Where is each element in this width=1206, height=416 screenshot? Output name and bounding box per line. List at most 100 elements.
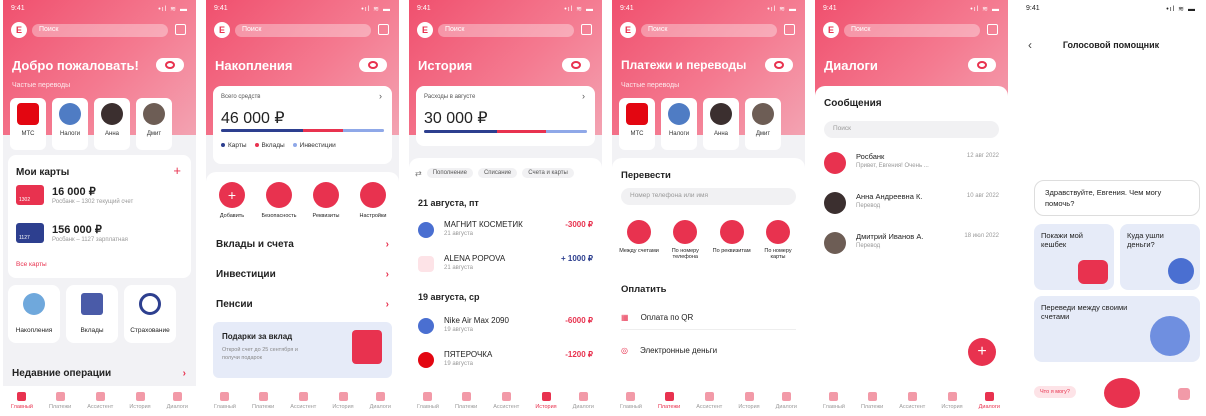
eye-toggle-icon[interactable] <box>156 58 184 72</box>
action-requisites[interactable]: Реквизиты <box>304 182 348 219</box>
avatar[interactable]: E <box>823 22 839 38</box>
qr-scan-icon[interactable] <box>175 24 186 35</box>
method-card[interactable]: По номеру карты <box>757 220 799 260</box>
tab-dialogs[interactable]: Диалоги <box>167 392 188 410</box>
tab-payments[interactable]: Платежи <box>49 392 71 410</box>
add-card-icon[interactable]: + <box>173 163 181 178</box>
dialog-row[interactable]: Анна Андреевна К. Перевод 10 авг 2022 <box>824 190 999 220</box>
suggestion-cashback[interactable]: Покажи мой кешбек <box>1034 224 1114 290</box>
avatar[interactable]: E <box>620 22 636 38</box>
what-can-i-do-button[interactable]: Что я могу? <box>1034 386 1076 398</box>
search-input[interactable]: Поиск <box>235 24 371 37</box>
action-security[interactable]: Безопасность <box>257 182 301 219</box>
product-savings[interactable]: Накопления <box>8 285 60 343</box>
qr-scan-icon[interactable] <box>581 24 592 35</box>
eye-toggle-icon[interactable] <box>968 58 996 72</box>
search-input[interactable]: Поиск <box>641 24 777 37</box>
method-phone[interactable]: По номеру телефона <box>664 220 706 260</box>
tab-payments[interactable]: Платежи <box>861 392 883 410</box>
tab-payments[interactable]: Платежи <box>658 392 680 410</box>
tab-main[interactable]: Главный <box>417 392 439 410</box>
dialog-row[interactable]: Росбанк Привет, Евгения! Очень ... 12 авг … <box>824 150 999 180</box>
transaction-row[interactable]: МАГНИТ КОСМЕТИК 21 августа -3000 ₽ <box>418 220 593 250</box>
phone-input[interactable]: Номер телефона или имя <box>621 188 796 205</box>
all-cards-link[interactable]: Все карты <box>16 261 47 268</box>
action-settings[interactable]: Настройки <box>351 182 395 219</box>
section-deposits[interactable]: Вклады и счета <box>216 239 294 250</box>
avatar[interactable]: E <box>214 22 230 38</box>
promo-banner[interactable]: Подарки за вклад Открой счет до 25 сентя… <box>213 322 392 378</box>
qr-scan-icon[interactable] <box>987 24 998 35</box>
eye-toggle-icon[interactable] <box>765 58 793 72</box>
new-dialog-button[interactable]: + <box>968 338 996 366</box>
dialog-row[interactable]: Дмитрий Иванов А. Перевод 18 июл 2022 <box>824 230 999 260</box>
frequent-item-mts[interactable]: МТС <box>10 98 46 150</box>
avatar[interactable]: E <box>11 22 27 38</box>
transaction-row[interactable]: ALENA POPOVA 21 августа + 1000 ₽ <box>418 254 593 284</box>
expense-card[interactable]: Расходы в августе › 30 000 ₽ <box>416 86 595 146</box>
dialogs-search-input[interactable]: Поиск <box>824 121 999 138</box>
frequent-item-taxes[interactable]: Налоги <box>661 98 697 150</box>
action-add[interactable]: + Добавить <box>210 182 254 219</box>
tab-assistant[interactable]: Ассистент <box>899 392 925 410</box>
tab-assistant[interactable]: Ассистент <box>290 392 316 410</box>
section-pensions[interactable]: Пенсии <box>216 299 253 310</box>
tab-main[interactable]: Главный <box>214 392 236 410</box>
chip-accounts[interactable]: Счета и карты <box>522 168 574 178</box>
frequent-item-dmit[interactable]: Дмит <box>745 98 781 150</box>
tab-main[interactable]: Главный <box>620 392 642 410</box>
qr-scan-icon[interactable] <box>378 24 389 35</box>
frequent-item-mts[interactable]: МТС <box>619 98 655 150</box>
qr-scan-icon[interactable] <box>784 24 795 35</box>
suggestion-spending[interactable]: Куда ушли деньги? <box>1120 224 1200 290</box>
mic-assistant-icon[interactable] <box>1104 378 1140 408</box>
tab-history[interactable]: История <box>332 392 354 410</box>
tab-history[interactable]: История <box>738 392 760 410</box>
chevron-right-icon[interactable]: › <box>183 368 186 379</box>
product-deposits[interactable]: Вклады <box>66 285 118 343</box>
section-investments[interactable]: Инвестиции <box>216 269 276 280</box>
avatar[interactable]: E <box>417 22 433 38</box>
tab-payments[interactable]: Платежи <box>252 392 274 410</box>
card-thumb[interactable]: 1302 <box>16 185 44 205</box>
chip-topup[interactable]: Пополнение <box>426 168 473 178</box>
tab-dialogs[interactable]: Диалоги <box>370 392 391 410</box>
pay-ewallet[interactable]: ◎ Электронные деньги <box>621 338 796 362</box>
method-requisites[interactable]: По реквизитам <box>711 220 753 260</box>
search-input[interactable]: Поиск <box>438 24 574 37</box>
search-input[interactable]: Поиск <box>32 24 168 37</box>
frequent-item-anna[interactable]: Анна <box>703 98 739 150</box>
suggestion-transfer[interactable]: Переведи между своими счетами <box>1034 296 1200 362</box>
eye-toggle-icon[interactable] <box>562 58 590 72</box>
actions-row: + Добавить Безопасность Реквизиты Настрой… <box>210 182 395 219</box>
frequent-item-anna[interactable]: Анна <box>94 98 130 150</box>
tab-main[interactable]: Главный <box>823 392 845 410</box>
tab-assistant[interactable]: Ассистент <box>87 392 113 410</box>
method-between-accounts[interactable]: Между счетами <box>618 220 660 260</box>
tab-dialogs[interactable]: Диалоги <box>979 392 1000 410</box>
transaction-row[interactable]: Nike Air Max 2090 19 августа -6000 ₽ <box>418 316 593 346</box>
keyboard-icon[interactable] <box>1178 388 1190 400</box>
tab-bar: Главный Платежи Ассистент История Диалог… <box>206 386 399 416</box>
filter-icon[interactable]: ⇄ <box>415 169 422 178</box>
tab-assistant[interactable]: Ассистент <box>696 392 722 410</box>
tab-history[interactable]: История <box>535 392 557 410</box>
product-insurance[interactable]: Страхование <box>124 285 176 343</box>
tab-dialogs[interactable]: Диалоги <box>776 392 797 410</box>
frequent-item-taxes[interactable]: Налоги <box>52 98 88 150</box>
tab-dialogs[interactable]: Диалоги <box>573 392 594 410</box>
eye-toggle-icon[interactable] <box>359 58 387 72</box>
search-input[interactable]: Поиск <box>844 24 980 37</box>
tab-assistant[interactable]: Ассистент <box>493 392 519 410</box>
tab-bar: Главный Платежи Ассистент История Диалог… <box>3 386 196 416</box>
tab-payments[interactable]: Платежи <box>455 392 477 410</box>
tab-history[interactable]: История <box>941 392 963 410</box>
pay-qr[interactable]: ▦ Оплата по QR <box>621 306 796 330</box>
frequent-item-dmit[interactable]: Дмит <box>136 98 172 150</box>
tab-history[interactable]: История <box>129 392 151 410</box>
total-card[interactable]: Всего средств › 46 000 ₽ Карты Вклады Ин… <box>213 86 392 164</box>
chip-debit[interactable]: Списание <box>477 168 518 178</box>
tab-main[interactable]: Главный <box>11 392 33 410</box>
transaction-row[interactable]: ПЯТЕРОЧКА 19 августа -1200 ₽ <box>418 350 593 380</box>
card-thumb[interactable]: 1127 <box>16 223 44 243</box>
